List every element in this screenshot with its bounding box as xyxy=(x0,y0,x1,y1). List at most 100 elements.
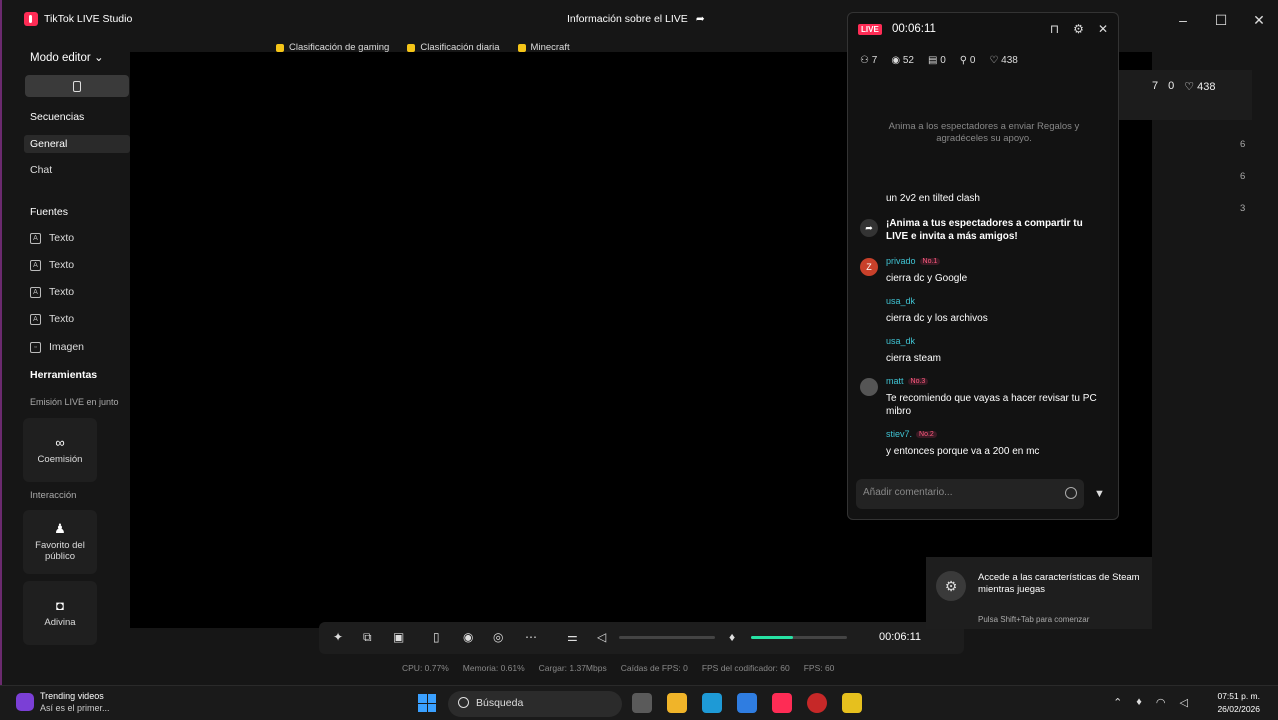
clock[interactable]: 07:51 p. m. 26/02/2026 xyxy=(1217,690,1260,716)
chevron-down-icon: ⌄ xyxy=(93,52,104,64)
fps-stat: FPS: 60 xyxy=(803,663,835,673)
layers-icon[interactable]: ⧉ xyxy=(363,630,372,645)
microphone-icon[interactable]: ♦ xyxy=(729,630,735,644)
avatar xyxy=(860,378,878,396)
user-plus-icon: ♟ xyxy=(54,521,66,536)
taskbar-apps xyxy=(632,693,862,713)
speaker-icon[interactable]: ◁ xyxy=(1180,696,1188,709)
mode-selector[interactable]: Modo editor ⌄ xyxy=(30,50,104,64)
tag-icon xyxy=(276,43,284,52)
username[interactable]: privado xyxy=(886,256,916,266)
tools-subtitle: Emisión LIVE en junto xyxy=(30,397,119,407)
record-icon[interactable]: ◉ xyxy=(463,630,473,644)
link-icon: ∞ xyxy=(55,434,65,450)
video-icon xyxy=(16,693,34,711)
viewer-count: 7 xyxy=(1152,80,1159,92)
vertical-mode-button[interactable] xyxy=(25,75,129,97)
username[interactable]: matt xyxy=(886,376,904,386)
views-metric: ◉ 52 xyxy=(891,55,914,66)
lock-icon[interactable]: ⊓ xyxy=(1050,22,1059,36)
interaction-title: Interacción xyxy=(30,490,77,501)
like-count: ♡ 438 xyxy=(1184,81,1216,93)
phone-icon[interactable]: ▯ xyxy=(433,630,440,644)
more-icon[interactable]: ⋯ xyxy=(525,630,537,644)
task-view-icon[interactable] xyxy=(632,693,652,713)
scene-general[interactable]: General xyxy=(24,135,130,153)
magic-wand-icon[interactable]: ✦ xyxy=(333,630,343,644)
followers-metric: ⚲ 0 xyxy=(959,55,976,66)
gear-icon[interactable]: ⚙ xyxy=(1073,22,1084,36)
steam-hint: Pulsa Shift+Tab para comenzar xyxy=(978,615,1090,624)
upload-stat: Cargar: 1.37Mbps xyxy=(538,663,607,673)
minimize-button[interactable]: – xyxy=(1164,0,1202,40)
file-explorer-icon[interactable] xyxy=(667,693,687,713)
source-item[interactable]: A Texto xyxy=(30,286,74,298)
source-item[interactable]: A Texto xyxy=(30,232,74,244)
live-chat-window: LIVE 00:06:11 ⊓ ⚙ ✕ ⚇ 7 ◉ 52 ▤ 0 ⚲ 0 ♡ 4… xyxy=(847,12,1119,520)
comment-input[interactable]: Añadir comentario... xyxy=(856,479,1084,509)
steam-message: Accede a las características de Steam mi… xyxy=(978,572,1140,595)
emoji-icon[interactable] xyxy=(1065,487,1077,499)
trending-widget[interactable]: Trending videos Así es el primer... xyxy=(16,690,110,713)
taskbar: Trending videos Así es el primer... Búsq… xyxy=(0,685,1278,720)
cpu-stat: CPU: 0.77% xyxy=(402,663,449,673)
maximize-button[interactable]: ☐ xyxy=(1202,0,1240,40)
share-icon: ➦ xyxy=(860,219,878,237)
source-item[interactable]: ▫ Imagen xyxy=(30,341,84,353)
chrome-icon[interactable] xyxy=(807,693,827,713)
live-metrics: ⚇ 7 ◉ 52 ▤ 0 ⚲ 0 ♡ 438 xyxy=(860,55,1018,66)
chevron-up-icon[interactable]: ⌃ xyxy=(1113,696,1122,709)
avatar: Z xyxy=(860,258,878,276)
edge-icon[interactable] xyxy=(702,693,722,713)
rank-badge: No.3 xyxy=(907,377,929,385)
favorito-tool[interactable]: ♟ Favorito del público xyxy=(23,510,97,574)
username[interactable]: usa_dk xyxy=(886,296,915,306)
source-item[interactable]: A Texto xyxy=(30,313,74,325)
control-bar: ✦ ⧉ ▣ ▯ ◉ ◎ ⋯ ⚌ ◁ ♦ 00:06:11 xyxy=(319,622,964,654)
mic-level-slider[interactable] xyxy=(751,636,847,639)
text-icon: A xyxy=(30,259,41,271)
app-window: TikTok LIVE Studio Información sobre el … xyxy=(0,0,1278,685)
microphone-icon[interactable]: ♦ xyxy=(1136,696,1142,709)
filter-icon[interactable]: ▼ xyxy=(1094,488,1105,500)
taskbar-search[interactable]: Búsqueda xyxy=(448,691,622,717)
settings-sliders-icon[interactable]: ⚌ xyxy=(567,630,578,644)
fps-drop-stat: Caídas de FPS: 0 xyxy=(620,663,688,673)
target-icon[interactable]: ◎ xyxy=(493,630,503,644)
encoder-fps-stat: FPS del codificador: 60 xyxy=(701,663,790,673)
screen-icon[interactable]: ▣ xyxy=(393,630,404,644)
tiktok-icon[interactable] xyxy=(772,693,792,713)
start-button[interactable] xyxy=(418,694,436,712)
username[interactable]: stiev7. xyxy=(886,429,912,439)
volume-slider[interactable] xyxy=(619,636,715,639)
defender-icon[interactable] xyxy=(737,693,757,713)
game-icon: ◘ xyxy=(56,597,64,613)
text-icon: A xyxy=(30,313,41,325)
adivina-tool[interactable]: ◘ Adivina xyxy=(23,581,97,645)
wifi-icon[interactable]: ◠ xyxy=(1156,696,1166,709)
rank-badge: No.1 xyxy=(919,257,941,265)
tag-icon xyxy=(407,43,416,52)
text-icon: A xyxy=(30,232,41,244)
scenes-title: Secuencias xyxy=(30,111,85,123)
close-icon[interactable]: ✕ xyxy=(1098,22,1108,36)
coemision-tool[interactable]: ∞ Coemisión xyxy=(23,418,97,482)
performance-stats: CPU: 0.77% Memoria: 0.61% Cargar: 1.37Mb… xyxy=(402,663,834,673)
username[interactable]: usa_dk xyxy=(886,336,915,346)
scene-chat[interactable]: Chat xyxy=(30,164,52,176)
source-item[interactable]: A Texto xyxy=(30,259,74,271)
close-button[interactable]: ✕ xyxy=(1240,0,1278,40)
rank-badge: No.2 xyxy=(916,430,937,438)
tag-icon xyxy=(517,43,526,52)
steam-overlay-notification[interactable]: ⚙ Accede a las características de Steam … xyxy=(926,557,1152,629)
share-icon: ➦ xyxy=(695,13,705,25)
tiktok-logo-icon xyxy=(24,12,38,26)
gifts-metric: ▤ 0 xyxy=(927,55,946,66)
system-tray: ⌃ ♦ ◠ ◁ xyxy=(1113,696,1188,709)
rank-number: 6 xyxy=(1240,171,1246,182)
memory-stat: Memoria: 0.61% xyxy=(462,663,525,673)
app-icon[interactable] xyxy=(842,693,862,713)
speaker-icon[interactable]: ◁ xyxy=(597,630,606,644)
window-controls: – ☐ ✕ xyxy=(1164,0,1278,40)
live-info-button[interactable]: Información sobre el LIVE ➦ xyxy=(567,13,705,25)
